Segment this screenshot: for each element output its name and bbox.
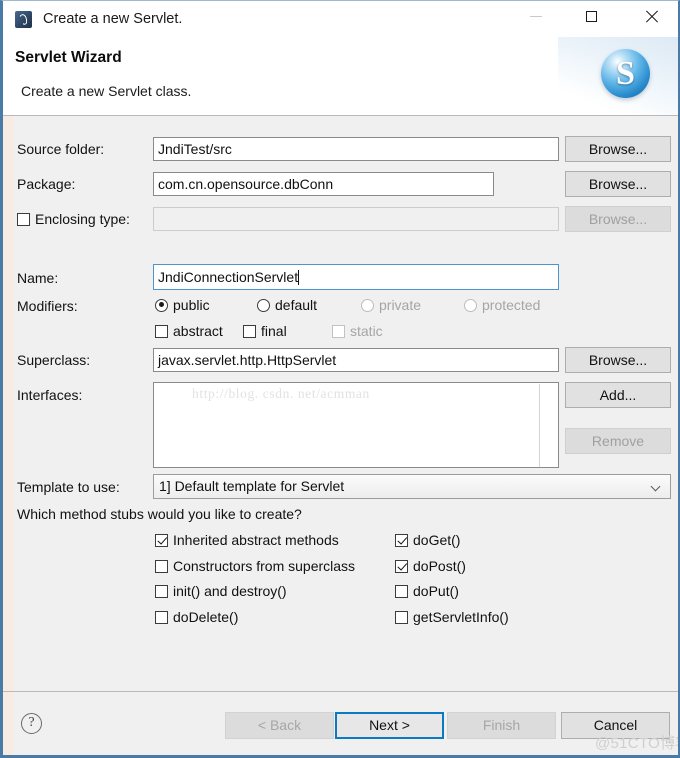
modifier-radio-public[interactable]: public	[155, 297, 210, 313]
radio-button-icon	[155, 298, 168, 312]
name-input-value: JndiConnectionServlet	[158, 269, 299, 285]
header-background-wash	[558, 37, 678, 115]
template-label: Template to use:	[17, 479, 120, 495]
checkbox-box-icon	[155, 533, 168, 547]
interfaces-add-button[interactable]: Add...	[565, 382, 671, 408]
enclosing-type-browse-button: Browse...	[565, 206, 671, 232]
package-browse-button[interactable]: Browse...	[565, 171, 671, 197]
template-select[interactable]: 1] Default template for Servlet	[153, 474, 671, 499]
minimize-icon	[529, 16, 542, 17]
close-icon	[644, 9, 659, 24]
superclass-label: Superclass:	[17, 352, 91, 368]
checkbox-box-icon	[155, 584, 168, 598]
checkbox-box-icon	[395, 559, 408, 573]
text-caret	[298, 270, 300, 285]
checkbox-label: static	[350, 323, 383, 339]
package-label: Package:	[17, 176, 76, 192]
checkbox-label: Inherited abstract methods	[173, 532, 339, 548]
radio-button-icon	[257, 298, 270, 312]
checkbox-label: doPut()	[413, 583, 459, 599]
source-folder-input[interactable]: JndiTest/src	[153, 137, 559, 161]
servlet-wrench-icon	[15, 10, 32, 28]
stub-checkbox-doget[interactable]: doGet()	[395, 532, 460, 548]
radio-label: private	[379, 297, 422, 313]
maximize-icon	[586, 11, 597, 22]
checkbox-box-icon	[155, 324, 168, 338]
modifier-checkbox-final[interactable]: final	[243, 323, 287, 339]
next-button[interactable]: Next >	[335, 712, 444, 739]
checkbox-box-icon	[155, 559, 168, 573]
page-subtitle: Create a new Servlet class.	[21, 83, 192, 99]
enclosing-type-input	[153, 207, 559, 231]
source-folder-label: Source folder:	[17, 141, 105, 157]
interfaces-list[interactable]: http://blog. csdn. net/acmman	[153, 382, 559, 468]
wizard-header: Servlet Wizard Create a new Servlet clas…	[3, 37, 678, 116]
footer-left-margin-strip	[3, 692, 14, 755]
modifier-radio-protected: protected	[464, 297, 540, 313]
stub-checkbox-getservletinfo[interactable]: getServletInfo()	[395, 609, 509, 625]
stub-checkbox-inherited-abstract-methods[interactable]: Inherited abstract methods	[155, 532, 339, 548]
finish-button: Finish	[447, 712, 556, 739]
modifier-checkbox-abstract[interactable]: abstract	[155, 323, 223, 339]
stub-checkbox-dopost[interactable]: doPost()	[395, 558, 466, 574]
checkbox-box-icon	[17, 212, 30, 226]
checkbox-label: doGet()	[413, 532, 461, 548]
template-selected-value: 1] Default template for Servlet	[159, 478, 345, 494]
close-button[interactable]	[629, 1, 674, 32]
modifier-radio-private: private	[361, 297, 421, 313]
modifier-checkbox-static: static	[332, 323, 383, 339]
name-label: Name:	[17, 270, 59, 286]
interfaces-remove-button: Remove	[565, 428, 671, 454]
site-watermark: @51CTO博客	[595, 735, 678, 752]
stub-checkbox-doput[interactable]: doPut()	[395, 583, 459, 599]
checkbox-label: final	[261, 323, 287, 339]
modifiers-label: Modifiers:	[17, 298, 78, 314]
minimize-button[interactable]	[513, 1, 558, 32]
package-input[interactable]: com.cn.opensource.dbConn	[153, 172, 494, 196]
window-title: Create a new Servlet.	[43, 11, 183, 27]
radio-button-icon	[464, 298, 477, 312]
checkbox-label: init() and destroy()	[173, 583, 287, 599]
checkbox-box-icon	[155, 610, 168, 624]
enclosing-type-label: Enclosing type:	[35, 211, 130, 227]
checkbox-label: abstract	[173, 323, 223, 339]
name-input[interactable]: JndiConnectionServlet	[153, 264, 559, 290]
blog-url-watermark: http://blog. csdn. net/acmman	[192, 386, 370, 401]
interfaces-label: Interfaces:	[17, 387, 83, 403]
radio-label: protected	[482, 297, 541, 313]
enclosing-type-checkbox[interactable]: Enclosing type:	[17, 211, 130, 227]
checkbox-label: doPost()	[413, 558, 466, 574]
servlet-logo-icon	[601, 49, 650, 98]
back-button: < Back	[225, 712, 334, 739]
checkbox-box-icon	[395, 584, 408, 598]
method-stubs-question: Which method stubs would you like to cre…	[17, 506, 302, 522]
checkbox-label: getServletInfo()	[413, 609, 509, 625]
radio-label: public	[173, 297, 210, 313]
stub-checkbox-constructors-from-superclass[interactable]: Constructors from superclass	[155, 558, 355, 574]
help-icon[interactable]: ?	[21, 713, 42, 734]
maximize-button[interactable]	[569, 1, 614, 32]
modifier-radio-default[interactable]: default	[257, 297, 317, 313]
checkbox-box-icon	[243, 324, 256, 338]
create-servlet-dialog: Create a new Servlet. Servlet Wizard Cre…	[0, 0, 680, 758]
checkbox-box-icon	[395, 610, 408, 624]
superclass-browse-button[interactable]: Browse...	[565, 347, 671, 373]
chevron-down-icon	[652, 483, 661, 492]
checkbox-box-icon	[395, 533, 408, 547]
checkbox-box-icon	[332, 324, 345, 338]
left-margin-strip	[3, 116, 14, 691]
stub-checkbox-init-and-destroy[interactable]: init() and destroy()	[155, 583, 287, 599]
source-folder-browse-button[interactable]: Browse...	[565, 136, 671, 162]
list-scroll-divider	[539, 384, 540, 467]
checkbox-label: doDelete()	[173, 609, 239, 625]
checkbox-label: Constructors from superclass	[173, 558, 356, 574]
radio-label: default	[275, 297, 318, 313]
radio-button-icon	[361, 298, 374, 312]
page-title: Servlet Wizard	[15, 49, 122, 66]
superclass-input[interactable]: javax.servlet.http.HttpServlet	[153, 348, 559, 372]
stub-checkbox-dodelete[interactable]: doDelete()	[155, 609, 238, 625]
